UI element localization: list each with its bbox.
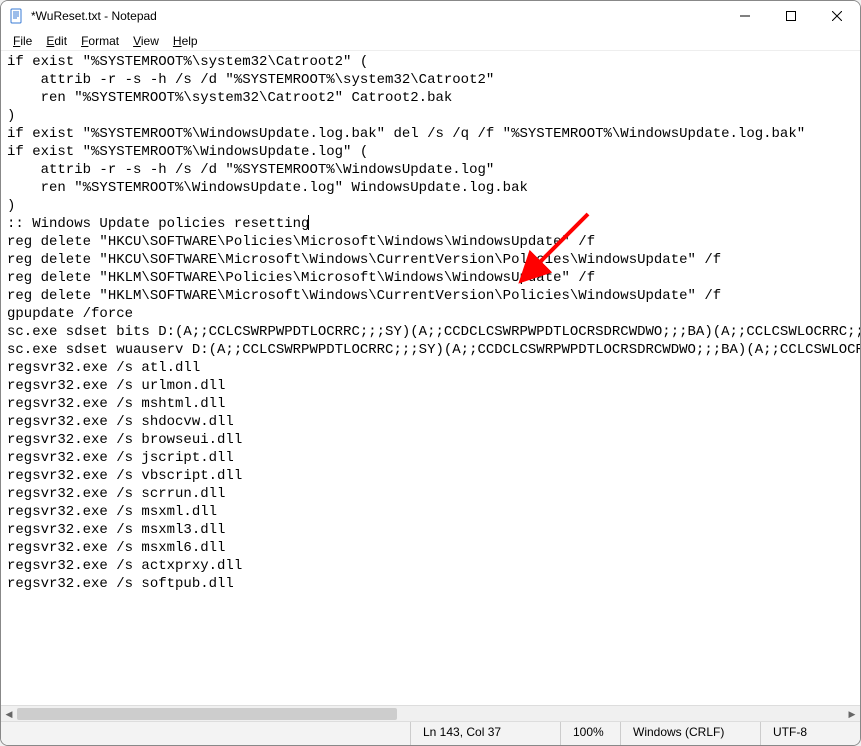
editor-line: regsvr32.exe /s shdocvw.dll — [7, 413, 854, 431]
status-spacer — [1, 722, 410, 745]
scroll-thumb[interactable] — [17, 708, 397, 720]
editor-line: reg delete "HKCU\SOFTWARE\Policies\Micro… — [7, 233, 854, 251]
window-controls — [722, 1, 860, 31]
scroll-right-arrow-icon[interactable]: ▶ — [844, 706, 860, 721]
editor-line: reg delete "HKCU\SOFTWARE\Microsoft\Wind… — [7, 251, 854, 269]
menu-file[interactable]: File — [7, 33, 38, 49]
editor-line: regsvr32.exe /s mshtml.dll — [7, 395, 854, 413]
editor-line: attrib -r -s -h /s /d "%SYSTEMROOT%\syst… — [7, 71, 854, 89]
editor-line: ren "%SYSTEMROOT%\WindowsUpdate.log" Win… — [7, 179, 854, 197]
titlebar[interactable]: *WuReset.txt - Notepad — [1, 1, 860, 31]
editor-line: ) — [7, 107, 854, 125]
editor-area: if exist "%SYSTEMROOT%\system32\Catroot2… — [1, 51, 860, 721]
close-button[interactable] — [814, 1, 860, 31]
scroll-left-arrow-icon[interactable]: ◀ — [1, 706, 17, 721]
editor-line: regsvr32.exe /s scrrun.dll — [7, 485, 854, 503]
editor-line: regsvr32.exe /s vbscript.dll — [7, 467, 854, 485]
status-encoding: UTF-8 — [760, 722, 860, 745]
editor-line: ) — [7, 197, 854, 215]
editor-line: regsvr32.exe /s msxml3.dll — [7, 521, 854, 539]
status-line-col: Ln 143, Col 37 — [410, 722, 560, 745]
window-title: *WuReset.txt - Notepad — [31, 9, 157, 23]
editor-line: regsvr32.exe /s msxml6.dll — [7, 539, 854, 557]
editor-line: regsvr32.exe /s atl.dll — [7, 359, 854, 377]
editor-line: if exist "%SYSTEMROOT%\WindowsUpdate.log… — [7, 143, 854, 161]
close-icon — [832, 11, 842, 21]
editor-line: regsvr32.exe /s softpub.dll — [7, 575, 854, 593]
menu-format[interactable]: Format — [75, 33, 125, 49]
status-eol: Windows (CRLF) — [620, 722, 760, 745]
editor-line: gpupdate /force — [7, 305, 854, 323]
editor-line: regsvr32.exe /s browseui.dll — [7, 431, 854, 449]
text-caret — [308, 215, 309, 230]
editor-line: ren "%SYSTEMROOT%\system32\Catroot2" Cat… — [7, 89, 854, 107]
editor-line: sc.exe sdset wuauserv D:(A;;CCLCSWRPWPDT… — [7, 341, 854, 359]
menu-help[interactable]: Help — [167, 33, 204, 49]
editor-line: regsvr32.exe /s urlmon.dll — [7, 377, 854, 395]
horizontal-scrollbar[interactable]: ◀ ▶ — [1, 705, 860, 721]
maximize-button[interactable] — [768, 1, 814, 31]
notepad-app-icon — [9, 8, 25, 24]
minimize-button[interactable] — [722, 1, 768, 31]
editor-line: if exist "%SYSTEMROOT%\WindowsUpdate.log… — [7, 125, 854, 143]
menu-view[interactable]: View — [127, 33, 165, 49]
minimize-icon — [740, 11, 750, 21]
editor-line: reg delete "HKLM\SOFTWARE\Microsoft\Wind… — [7, 287, 854, 305]
editor-line: if exist "%SYSTEMROOT%\system32\Catroot2… — [7, 53, 854, 71]
editor-line: regsvr32.exe /s jscript.dll — [7, 449, 854, 467]
status-zoom: 100% — [560, 722, 620, 745]
menu-edit[interactable]: Edit — [40, 33, 73, 49]
menubar: File Edit Format View Help — [1, 31, 860, 51]
maximize-icon — [786, 11, 796, 21]
text-editor[interactable]: if exist "%SYSTEMROOT%\system32\Catroot2… — [1, 51, 860, 705]
editor-line: regsvr32.exe /s msxml.dll — [7, 503, 854, 521]
editor-line: sc.exe sdset bits D:(A;;CCLCSWRPWPDTLOCR… — [7, 323, 854, 341]
statusbar: Ln 143, Col 37 100% Windows (CRLF) UTF-8 — [1, 721, 860, 745]
editor-line: reg delete "HKLM\SOFTWARE\Policies\Micro… — [7, 269, 854, 287]
editor-line: :: Windows Update policies resetting — [7, 215, 854, 233]
editor-line: regsvr32.exe /s actxprxy.dll — [7, 557, 854, 575]
editor-line: attrib -r -s -h /s /d "%SYSTEMROOT%\Wind… — [7, 161, 854, 179]
notepad-window: *WuReset.txt - Notepad File Edit Format … — [0, 0, 861, 746]
